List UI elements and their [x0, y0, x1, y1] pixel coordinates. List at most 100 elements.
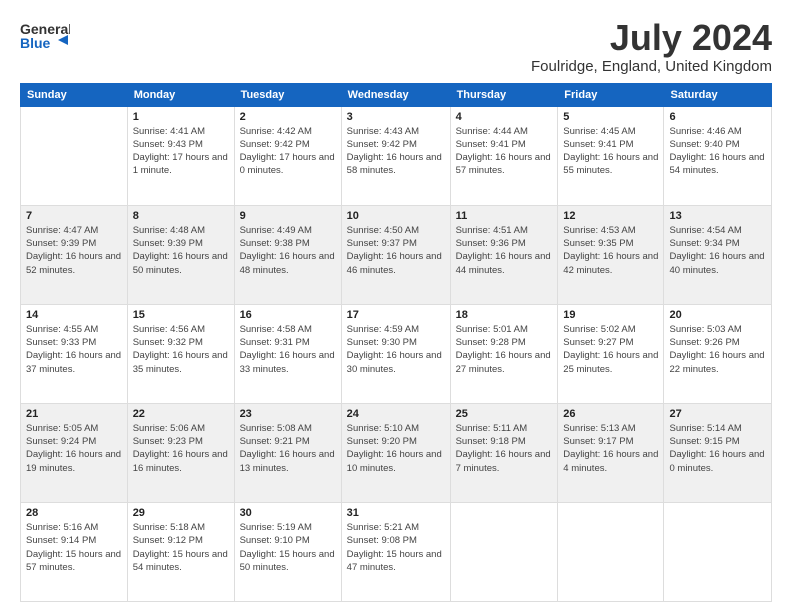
- title-block: July 2024 Foulridge, England, United Kin…: [531, 18, 772, 75]
- day-info: Sunrise: 5:19 AM Sunset: 9:10 PM Dayligh…: [240, 521, 336, 574]
- day-number: 12: [563, 210, 658, 222]
- day-info: Sunrise: 4:45 AM Sunset: 9:41 PM Dayligh…: [563, 125, 658, 178]
- table-cell: 2 Sunrise: 4:42 AM Sunset: 9:42 PM Daylig…: [234, 106, 341, 205]
- day-number: 7: [26, 210, 122, 222]
- day-number: 8: [133, 210, 229, 222]
- col-saturday: Saturday: [664, 83, 772, 106]
- day-info: Sunrise: 4:41 AM Sunset: 9:43 PM Dayligh…: [133, 125, 229, 178]
- day-number: 20: [669, 309, 766, 321]
- day-info: Sunrise: 5:13 AM Sunset: 9:17 PM Dayligh…: [563, 422, 658, 475]
- main-title: July 2024: [531, 18, 772, 58]
- day-number: 19: [563, 309, 658, 321]
- day-info: Sunrise: 4:56 AM Sunset: 9:32 PM Dayligh…: [133, 323, 229, 376]
- table-cell: 20 Sunrise: 5:03 AM Sunset: 9:26 PM Dayli…: [664, 304, 772, 403]
- day-info: Sunrise: 4:54 AM Sunset: 9:34 PM Dayligh…: [669, 224, 766, 277]
- table-cell: 1Sunrise: 4:41 AM Sunset: 9:43 PM Daylig…: [127, 106, 234, 205]
- table-cell: 13 Sunrise: 4:54 AM Sunset: 9:34 PM Dayli…: [664, 205, 772, 304]
- day-info: Sunrise: 5:18 AM Sunset: 9:12 PM Dayligh…: [133, 521, 229, 574]
- day-info: Sunrise: 4:42 AM Sunset: 9:42 PM Dayligh…: [240, 125, 336, 178]
- day-info: Sunrise: 5:01 AM Sunset: 9:28 PM Dayligh…: [456, 323, 553, 376]
- day-number: 27: [669, 408, 766, 420]
- day-number: 29: [133, 507, 229, 519]
- day-info: Sunrise: 4:49 AM Sunset: 9:38 PM Dayligh…: [240, 224, 336, 277]
- day-info: Sunrise: 5:21 AM Sunset: 9:08 PM Dayligh…: [347, 521, 445, 574]
- day-number: 30: [240, 507, 336, 519]
- day-info: Sunrise: 4:46 AM Sunset: 9:40 PM Dayligh…: [669, 125, 766, 178]
- day-number: 24: [347, 408, 445, 420]
- table-cell: 29 Sunrise: 5:18 AM Sunset: 9:12 PM Dayli…: [127, 502, 234, 601]
- table-cell: 7Sunrise: 4:47 AM Sunset: 9:39 PM Daylig…: [21, 205, 128, 304]
- table-cell: 18 Sunrise: 5:01 AM Sunset: 9:28 PM Dayli…: [450, 304, 558, 403]
- page: General Blue July 2024 Foulridge, Englan…: [0, 0, 792, 612]
- day-number: 18: [456, 309, 553, 321]
- day-number: 13: [669, 210, 766, 222]
- table-cell: 6 Sunrise: 4:46 AM Sunset: 9:40 PM Daylig…: [664, 106, 772, 205]
- header: General Blue July 2024 Foulridge, Englan…: [20, 18, 772, 75]
- day-info: Sunrise: 4:43 AM Sunset: 9:42 PM Dayligh…: [347, 125, 445, 178]
- subtitle: Foulridge, England, United Kingdom: [531, 58, 772, 75]
- table-cell: 21 Sunrise: 5:05 AM Sunset: 9:24 PM Dayli…: [21, 403, 128, 502]
- calendar-table: Sunday Monday Tuesday Wednesday Thursday…: [20, 83, 772, 602]
- day-number: 17: [347, 309, 445, 321]
- table-cell: 3 Sunrise: 4:43 AM Sunset: 9:42 PM Daylig…: [341, 106, 450, 205]
- logo: General Blue: [20, 18, 70, 63]
- day-info: Sunrise: 4:51 AM Sunset: 9:36 PM Dayligh…: [456, 224, 553, 277]
- day-info: Sunrise: 5:16 AM Sunset: 9:14 PM Dayligh…: [26, 521, 122, 574]
- table-cell: 5 Sunrise: 4:45 AM Sunset: 9:41 PM Daylig…: [558, 106, 664, 205]
- logo-icon: General Blue: [20, 18, 70, 58]
- day-number: 10: [347, 210, 445, 222]
- day-number: 11: [456, 210, 553, 222]
- day-info: Sunrise: 5:08 AM Sunset: 9:21 PM Dayligh…: [240, 422, 336, 475]
- day-number: 31: [347, 507, 445, 519]
- col-friday: Friday: [558, 83, 664, 106]
- day-info: Sunrise: 4:48 AM Sunset: 9:39 PM Dayligh…: [133, 224, 229, 277]
- table-cell: 4 Sunrise: 4:44 AM Sunset: 9:41 PM Daylig…: [450, 106, 558, 205]
- table-cell: [450, 502, 558, 601]
- day-number: 23: [240, 408, 336, 420]
- day-number: 2: [240, 111, 336, 123]
- table-cell: 25Sunrise: 5:11 AM Sunset: 9:18 PM Dayli…: [450, 403, 558, 502]
- table-cell: 31 Sunrise: 5:21 AM Sunset: 9:08 PM Dayli…: [341, 502, 450, 601]
- day-number: 4: [456, 111, 553, 123]
- table-cell: 23 Sunrise: 5:08 AM Sunset: 9:21 PM Dayli…: [234, 403, 341, 502]
- table-cell: 17 Sunrise: 4:59 AM Sunset: 9:30 PM Dayli…: [341, 304, 450, 403]
- table-cell: 9 Sunrise: 4:49 AM Sunset: 9:38 PM Daylig…: [234, 205, 341, 304]
- day-info: Sunrise: 5:05 AM Sunset: 9:24 PM Dayligh…: [26, 422, 122, 475]
- table-cell: 28Sunrise: 5:16 AM Sunset: 9:14 PM Dayli…: [21, 502, 128, 601]
- day-info: Sunrise: 4:44 AM Sunset: 9:41 PM Dayligh…: [456, 125, 553, 178]
- day-number: 5: [563, 111, 658, 123]
- day-number: 21: [26, 408, 122, 420]
- day-info: Sunrise: 4:53 AM Sunset: 9:35 PM Dayligh…: [563, 224, 658, 277]
- table-cell: 26Sunrise: 5:13 AM Sunset: 9:17 PM Dayli…: [558, 403, 664, 502]
- day-info: Sunrise: 4:55 AM Sunset: 9:33 PM Dayligh…: [26, 323, 122, 376]
- col-tuesday: Tuesday: [234, 83, 341, 106]
- svg-text:Blue: Blue: [20, 35, 51, 51]
- table-cell: [21, 106, 128, 205]
- day-info: Sunrise: 4:59 AM Sunset: 9:30 PM Dayligh…: [347, 323, 445, 376]
- day-info: Sunrise: 5:11 AM Sunset: 9:18 PM Dayligh…: [456, 422, 553, 475]
- day-info: Sunrise: 4:58 AM Sunset: 9:31 PM Dayligh…: [240, 323, 336, 376]
- col-monday: Monday: [127, 83, 234, 106]
- day-number: 3: [347, 111, 445, 123]
- day-number: 15: [133, 309, 229, 321]
- table-cell: 10Sunrise: 4:50 AM Sunset: 9:37 PM Dayli…: [341, 205, 450, 304]
- table-cell: 30 Sunrise: 5:19 AM Sunset: 9:10 PM Dayli…: [234, 502, 341, 601]
- day-info: Sunrise: 5:03 AM Sunset: 9:26 PM Dayligh…: [669, 323, 766, 376]
- table-cell: [664, 502, 772, 601]
- calendar-header-row: Sunday Monday Tuesday Wednesday Thursday…: [21, 83, 772, 106]
- table-cell: [558, 502, 664, 601]
- table-cell: 16 Sunrise: 4:58 AM Sunset: 9:31 PM Dayli…: [234, 304, 341, 403]
- table-cell: 27 Sunrise: 5:14 AM Sunset: 9:15 PM Dayli…: [664, 403, 772, 502]
- day-number: 14: [26, 309, 122, 321]
- table-cell: 24 Sunrise: 5:10 AM Sunset: 9:20 PM Dayli…: [341, 403, 450, 502]
- day-info: Sunrise: 5:10 AM Sunset: 9:20 PM Dayligh…: [347, 422, 445, 475]
- table-cell: 12 Sunrise: 4:53 AM Sunset: 9:35 PM Dayli…: [558, 205, 664, 304]
- day-number: 9: [240, 210, 336, 222]
- table-cell: 8 Sunrise: 4:48 AM Sunset: 9:39 PM Daylig…: [127, 205, 234, 304]
- day-number: 6: [669, 111, 766, 123]
- day-info: Sunrise: 5:02 AM Sunset: 9:27 PM Dayligh…: [563, 323, 658, 376]
- day-number: 16: [240, 309, 336, 321]
- table-cell: 14 Sunrise: 4:55 AM Sunset: 9:33 PM Dayli…: [21, 304, 128, 403]
- day-info: Sunrise: 5:06 AM Sunset: 9:23 PM Dayligh…: [133, 422, 229, 475]
- day-info: Sunrise: 5:14 AM Sunset: 9:15 PM Dayligh…: [669, 422, 766, 475]
